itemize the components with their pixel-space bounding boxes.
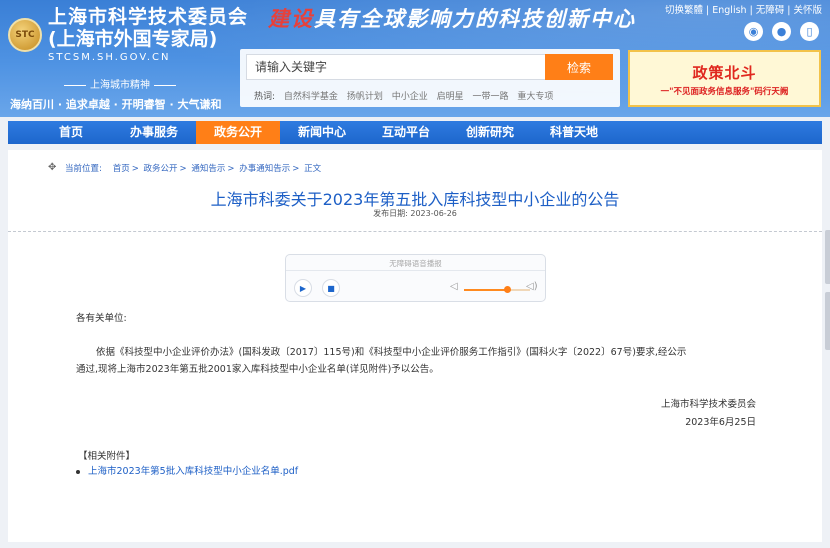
org-name: 上海市科学技术委员会: [48, 6, 249, 28]
hot-keyword[interactable]: 中小企业: [392, 92, 428, 102]
policy-banner[interactable]: 政策北斗 一"不见面政务信息服务"码行天阙: [628, 50, 821, 107]
volume-high-icon[interactable]: ◁): [526, 281, 538, 292]
publish-date: 发布日期: 2023-06-26: [8, 208, 822, 219]
banner-subtitle: 一"不见面政务信息服务"码行天阙: [660, 87, 789, 97]
volume-fill: [464, 289, 507, 291]
header-slogan: 建设具有全球影响力的科技创新中心: [268, 3, 636, 33]
city-spirit-text: 海纳百川 · 追求卓越 · 开明睿智 · 大气谦和: [10, 98, 222, 111]
separator: |: [749, 5, 753, 16]
city-spirit-title: 上海城市精神: [50, 76, 190, 91]
link-english[interactable]: English: [712, 5, 746, 16]
breadcrumb-home[interactable]: 首页: [113, 164, 130, 174]
nav-item-science[interactable]: 科普天地: [532, 121, 616, 144]
location-icon: ✥: [48, 162, 57, 173]
volume-slider[interactable]: [464, 286, 530, 293]
publish-date-value: 2023-06-26: [410, 209, 457, 218]
volume-knob[interactable]: [503, 286, 511, 293]
stop-icon[interactable]: ■: [322, 279, 340, 297]
article-body-line-2: 通过,现将上海市2023年第五批2001家入库科技型中小企业名单(详见附件)予以…: [76, 364, 439, 375]
bullet: [76, 469, 80, 474]
site-domain: STCSM.SH.GOV.CN: [48, 52, 171, 63]
banner-title: 政策北斗: [692, 64, 757, 82]
link-care-version[interactable]: 关怀版: [793, 5, 822, 16]
search-panel: 检索 热词: 自然科学基金 扬帆计划 中小企业 启明星 一带一路 重大专项: [240, 49, 620, 107]
article-title: 上海市科委关于2023年第五批入库科技型中小企业的公告: [210, 190, 620, 209]
breadcrumb-notices[interactable]: 通知告示: [191, 164, 225, 174]
breadcrumb-service-notices[interactable]: 办事通知告示: [239, 164, 290, 174]
search-input[interactable]: [246, 54, 546, 80]
attachment-item[interactable]: 上海市2023年第5批入库科技型中小企业名单.pdf: [76, 463, 298, 477]
attachment-link[interactable]: 上海市2023年第5批入库科技型中小企业名单.pdf: [88, 466, 298, 477]
main-content: ✥ 当前位置: 首页 > 政务公开 > 通知告示 > 办事通知告示 > 正文 上海市科委…: [8, 150, 822, 542]
signer: 上海市科学技术委员会: [660, 399, 756, 410]
breadcrumb-gov-affairs[interactable]: 政务公开: [144, 164, 178, 174]
title-divider: [8, 231, 822, 232]
org-subtitle: (上海市外国专家局): [48, 28, 218, 50]
hot-keywords: 热词: 自然科学基金 扬帆计划 中小企业 启明星 一带一路 重大专项: [254, 89, 559, 102]
volume-low-icon[interactable]: ◁: [450, 281, 458, 292]
nav-item-news[interactable]: 新闻中心: [280, 121, 364, 144]
weibo-icon[interactable]: ◉: [744, 22, 763, 41]
publish-date-label: 发布日期:: [373, 209, 408, 218]
site-logo[interactable]: STC: [8, 18, 42, 52]
hot-keyword[interactable]: 扬帆计划: [347, 92, 383, 102]
sign-date: 2023年6月25日: [685, 417, 756, 428]
breadcrumb-label: 当前位置:: [65, 164, 102, 174]
attachments-heading: 【相关附件】: [78, 451, 136, 462]
separator: |: [706, 5, 710, 16]
audio-player: 无障碍语音播报 ▶ ■ ◁ ◁): [285, 254, 546, 302]
nav-item-gov-affairs[interactable]: 政务公开: [196, 121, 280, 144]
article-greeting: 各有关单位:: [76, 313, 127, 324]
side-tab[interactable]: [825, 230, 830, 284]
nav-item-interaction[interactable]: 互动平台: [364, 121, 448, 144]
hot-keyword[interactable]: 重大专项: [517, 92, 553, 102]
wechat-icon[interactable]: ●: [772, 22, 791, 41]
slogan-rest: 具有全球影响力的科技创新中心: [314, 6, 636, 31]
top-links: 切换繁體 | English | 无障碍 | 关怀版: [665, 2, 822, 16]
search-button[interactable]: 检索: [545, 54, 613, 80]
hot-keyword[interactable]: 自然科学基金: [284, 92, 338, 102]
hot-keywords-label: 热词:: [254, 92, 276, 102]
separator: |: [787, 5, 791, 16]
link-traditional-chinese[interactable]: 切换繁體: [665, 5, 703, 16]
mobile-icon[interactable]: ▯: [800, 22, 819, 41]
nav-item-research[interactable]: 创新研究: [448, 121, 532, 144]
hot-keyword[interactable]: 启明星: [437, 92, 464, 102]
site-header: STC 上海市科学技术委员会 (上海市外国专家局) STCSM.SH.GOV.C…: [0, 0, 830, 117]
link-accessibility[interactable]: 无障碍: [756, 5, 785, 16]
breadcrumb: 当前位置: 首页 > 政务公开 > 通知告示 > 办事通知告示 > 正文: [65, 164, 322, 174]
hot-keyword[interactable]: 一带一路: [472, 92, 508, 102]
nav-item-services[interactable]: 办事服务: [112, 121, 196, 144]
breadcrumb-current: 正文: [304, 164, 322, 174]
main-nav: 首页 办事服务 政务公开 新闻中心 互动平台 创新研究 科普天地: [8, 121, 822, 144]
article-body-line-1: 依据《科技型中小企业评价办法》(国科发政〔2017〕115号)和《科技型中小企业…: [96, 347, 687, 358]
side-tab[interactable]: [825, 292, 830, 350]
player-divider: [286, 270, 545, 271]
slogan-highlight: 建设: [268, 6, 314, 31]
play-icon[interactable]: ▶: [294, 279, 312, 297]
player-title: 无障碍语音播报: [389, 259, 442, 268]
